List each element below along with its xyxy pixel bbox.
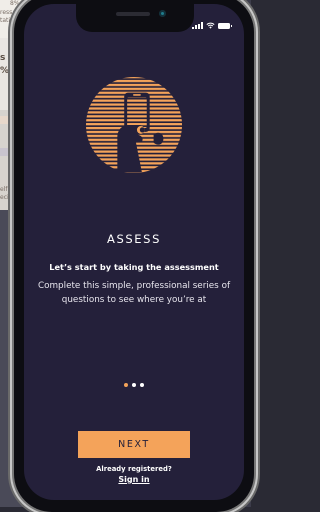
person-holding-phone-icon — [85, 76, 183, 174]
background-text: s S — [0, 53, 15, 63]
front-camera — [159, 10, 166, 17]
page-indicator — [24, 383, 244, 387]
page-subtitle: Let’s start by taking the assessment — [49, 262, 219, 272]
background-text: tati — [0, 17, 11, 24]
wifi-icon — [206, 22, 215, 29]
page-dot[interactable] — [132, 383, 136, 387]
sign-in-link[interactable]: Sign in — [118, 475, 149, 484]
page-dot[interactable] — [140, 383, 144, 387]
page-title: ASSESS — [107, 232, 161, 246]
page-description: Complete this simple, professional serie… — [37, 281, 231, 305]
cellular-signal-icon — [192, 22, 203, 29]
status-bar — [192, 22, 232, 29]
already-registered-text: Already registered? — [96, 465, 172, 473]
phone-frame: ASSESS Let’s start by taking the assessm… — [14, 0, 254, 512]
next-button[interactable]: NEXT — [78, 431, 190, 458]
onboarding-screen: ASSESS Let’s start by taking the assessm… — [24, 4, 244, 500]
background-text: 8% — [10, 0, 20, 7]
sign-in-link-wrapper: Sign in — [24, 475, 244, 484]
background-text: ress — [0, 9, 13, 16]
speaker-grille — [116, 12, 150, 16]
background-text: ecis — [0, 194, 12, 201]
notch — [76, 4, 194, 32]
background-text: elf — [0, 186, 8, 193]
page-dot-active[interactable] — [124, 383, 128, 387]
battery-icon — [218, 22, 232, 29]
